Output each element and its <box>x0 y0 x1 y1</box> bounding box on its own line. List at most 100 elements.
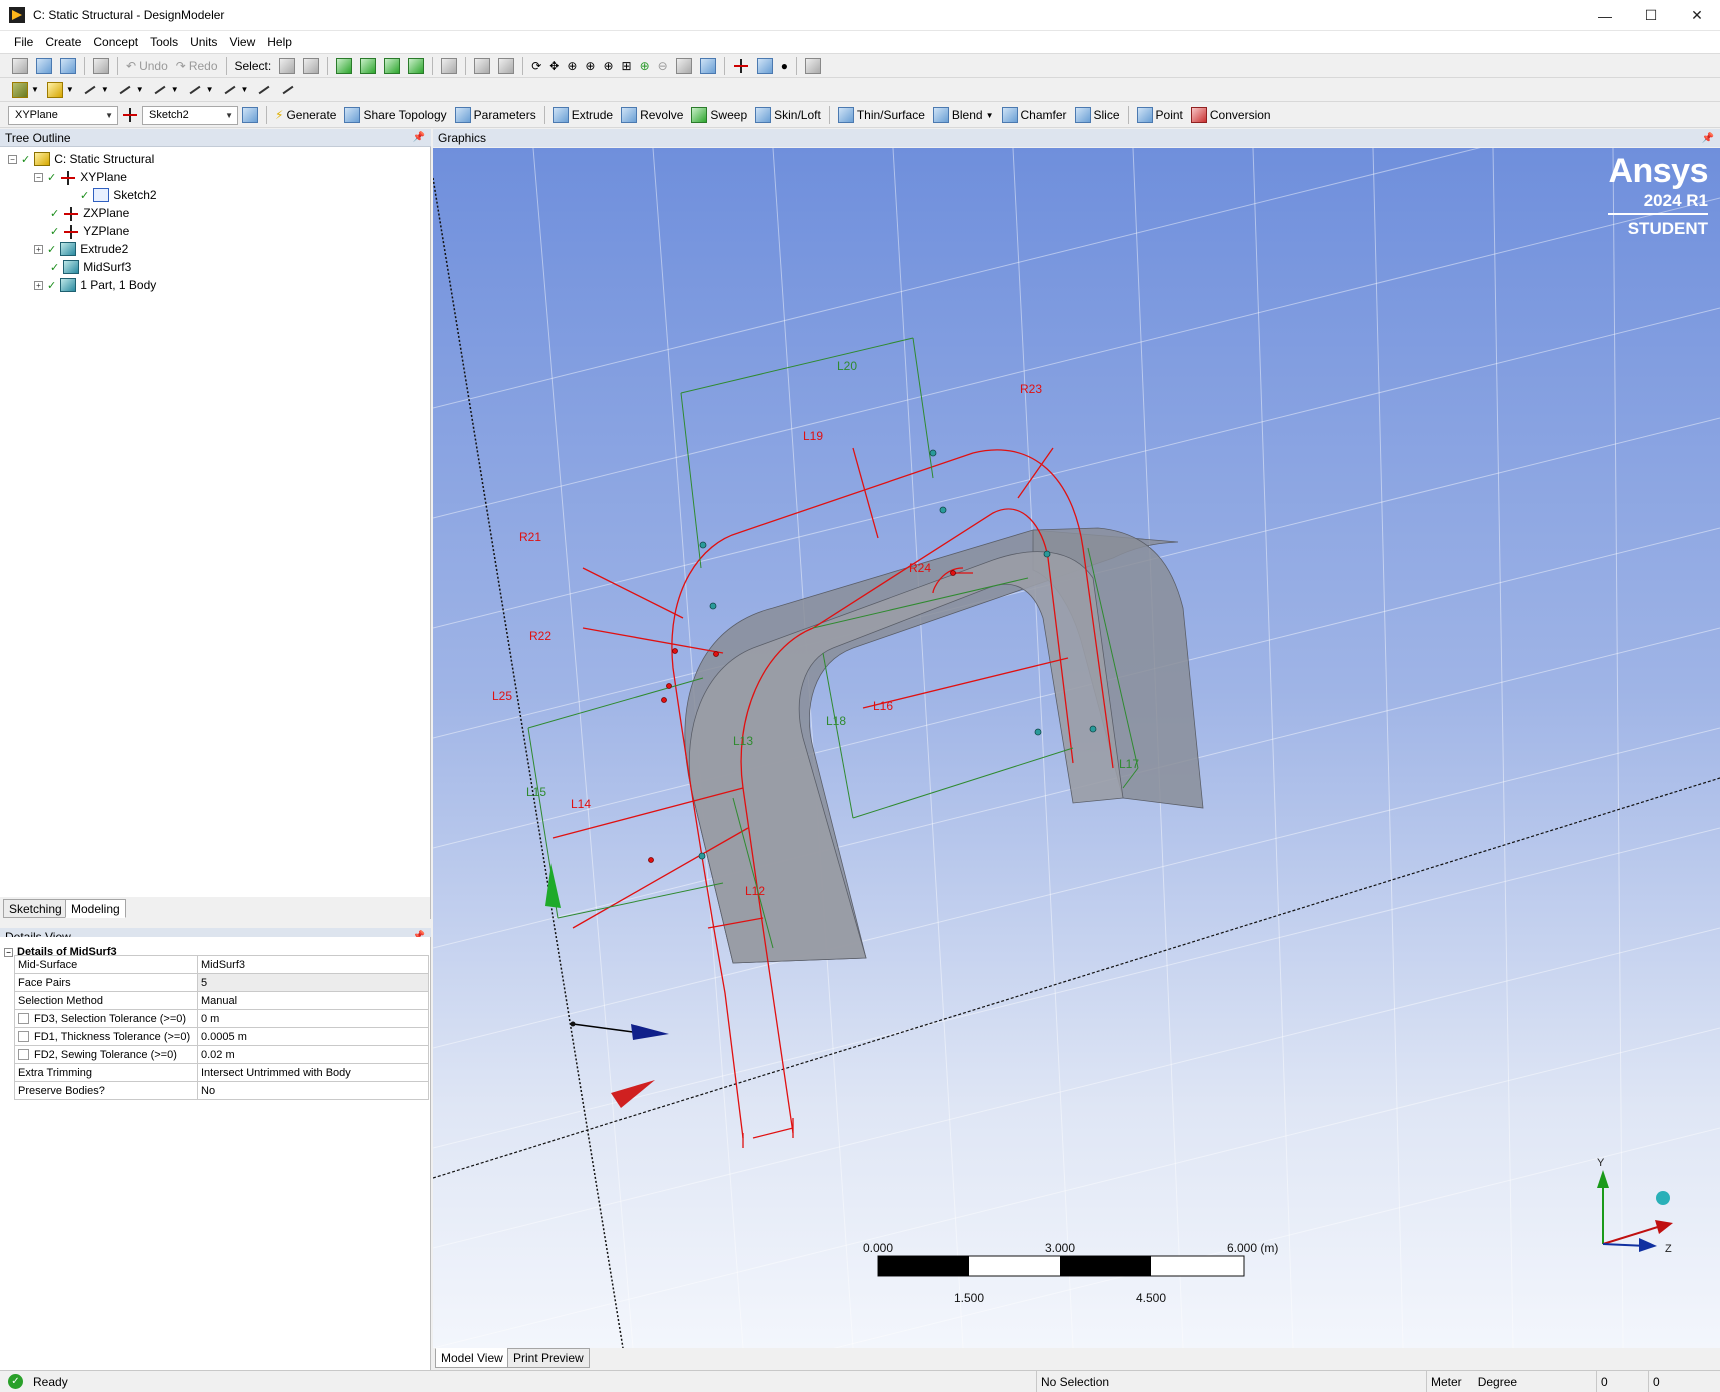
generate-button[interactable]: ⚡ Generate <box>271 105 340 125</box>
details-row[interactable]: Mid-Surface MidSurf3 <box>14 955 429 974</box>
save-button[interactable] <box>32 56 56 76</box>
details-value[interactable]: Manual <box>197 991 429 1010</box>
menu-units[interactable]: Units <box>184 35 223 49</box>
tab-print-preview[interactable]: Print Preview <box>507 1348 590 1368</box>
previous-view-button[interactable]: ⊖ <box>654 56 672 76</box>
slice-button[interactable]: Slice <box>1071 105 1124 125</box>
display-toggle-button[interactable] <box>696 56 720 76</box>
screenshot-button[interactable] <box>89 56 113 76</box>
expand-icon[interactable]: + <box>34 244 43 254</box>
expand-icon[interactable]: + <box>34 280 43 290</box>
select-points-button[interactable] <box>332 56 356 76</box>
face-color-button[interactable]: ▼ <box>8 80 43 100</box>
edge-style4-button[interactable]: ▼ <box>183 80 218 100</box>
dim-label-r24[interactable]: R24 <box>909 561 931 575</box>
select-filter-button[interactable] <box>299 56 323 76</box>
zoom-button[interactable]: ⊕ <box>563 56 581 76</box>
share-topology-button[interactable]: Share Topology <box>340 105 450 125</box>
tab-sketching[interactable]: Sketching <box>3 899 68 918</box>
tree-item-xyplane[interactable]: − ✓ XYPlane <box>34 168 127 186</box>
details-row[interactable]: FD1, Thickness Tolerance (>=0) 0.0005 m <box>14 1027 429 1046</box>
body-face[interactable] <box>688 551 1124 964</box>
dim-label-r23[interactable]: R23 <box>1020 382 1042 396</box>
tree-item-midsurf3[interactable]: ✓ MidSurf3 <box>50 258 131 276</box>
details-value[interactable]: Intersect Untrimmed with Body <box>197 1063 429 1082</box>
dim-label-l16[interactable]: L16 <box>873 699 893 713</box>
collapse-icon[interactable]: − <box>34 172 43 182</box>
tree-item-extrude2[interactable]: + ✓ Extrude2 <box>34 240 128 258</box>
save-as-button[interactable] <box>56 56 80 76</box>
box-select-button[interactable] <box>470 56 494 76</box>
pin-icon[interactable]: 📌 <box>1702 133 1714 144</box>
dim-label-r22[interactable]: R22 <box>529 629 551 643</box>
dim-label-l25[interactable]: L25 <box>492 689 512 703</box>
pin-icon[interactable]: 📌 <box>413 132 425 143</box>
details-value[interactable]: MidSurf3 <box>197 955 429 974</box>
redo-button[interactable]: ↷ Redo <box>172 56 222 76</box>
menu-concept[interactable]: Concept <box>87 35 144 49</box>
graphics-viewport[interactable]: L20 R23 L19 R21 R24 R22 L25 L16 L18 L13 … <box>433 148 1720 1348</box>
dim-label-l13[interactable]: L13 <box>733 734 753 748</box>
select-bodies-button[interactable] <box>404 56 428 76</box>
point-button[interactable]: Point <box>1133 105 1187 125</box>
dim-label-l18[interactable]: L18 <box>826 714 846 728</box>
dim-label-l19[interactable]: L19 <box>803 429 823 443</box>
details-row[interactable]: Preserve Bodies? No <box>14 1081 429 1100</box>
tab-model-view[interactable]: Model View <box>435 1348 509 1368</box>
edge-style2-button[interactable]: ▼ <box>113 80 148 100</box>
collapse-icon[interactable]: − <box>8 154 17 164</box>
parameter-checkbox[interactable] <box>18 1048 29 1060</box>
view-triad[interactable]: Y Z <box>1597 1157 1673 1255</box>
details-row[interactable]: FD2, Sewing Tolerance (>=0) 0.02 m <box>14 1045 429 1064</box>
tree-item-sketch2[interactable]: ✓ Sketch2 <box>80 186 157 204</box>
display-model-button[interactable] <box>753 56 777 76</box>
details-row[interactable]: Extra Trimming Intersect Untrimmed with B… <box>14 1063 429 1082</box>
iso-view-button[interactable] <box>672 56 696 76</box>
edge-style5-button[interactable]: ▼ <box>218 80 253 100</box>
dim-label-l15[interactable]: L15 <box>526 785 546 799</box>
select-edges-button[interactable] <box>356 56 380 76</box>
skin-loft-button[interactable]: Skin/Loft <box>751 105 825 125</box>
dim-label-l17[interactable]: L17 <box>1119 757 1139 771</box>
extend-select-button[interactable] <box>437 56 461 76</box>
maximize-button[interactable]: ☐ <box>1628 0 1674 31</box>
conversion-button[interactable]: Conversion <box>1187 105 1275 125</box>
minimize-button[interactable]: — <box>1582 0 1628 31</box>
look-at-button[interactable] <box>801 56 825 76</box>
zoom-box-button[interactable]: ⊕ <box>581 56 599 76</box>
revolve-button[interactable]: Revolve <box>617 105 687 125</box>
chamfer-button[interactable]: Chamfer <box>998 105 1071 125</box>
parameter-checkbox[interactable] <box>18 1012 29 1024</box>
box-select2-button[interactable] <box>494 56 518 76</box>
tree-item-root[interactable]: − ✓ C: Static Structural <box>8 150 154 168</box>
details-value[interactable]: 0.02 m <box>197 1045 429 1064</box>
tab-modeling[interactable]: Modeling <box>65 899 126 918</box>
thin-surface-button[interactable]: Thin/Surface <box>834 105 929 125</box>
pan-button[interactable]: ✥ <box>545 56 563 76</box>
edge-style1-button[interactable]: ▼ <box>78 80 113 100</box>
dim-label-l14[interactable]: L14 <box>571 797 591 811</box>
display-plane-button[interactable] <box>729 56 753 76</box>
select-faces-button[interactable] <box>380 56 404 76</box>
blend-button[interactable]: Blend ▼ <box>929 105 998 125</box>
select-mode-button[interactable] <box>275 56 299 76</box>
extrude-button[interactable]: Extrude <box>549 105 617 125</box>
edge-style7-button[interactable] <box>276 80 300 100</box>
details-row[interactable]: FD3, Selection Tolerance (>=0) 0 m <box>14 1009 429 1028</box>
menu-tools[interactable]: Tools <box>144 35 184 49</box>
tree-item-part-body[interactable]: + ✓ 1 Part, 1 Body <box>34 276 156 294</box>
menu-view[interactable]: View <box>223 35 261 49</box>
edge-color-button[interactable]: ▼ <box>43 80 78 100</box>
menu-create[interactable]: Create <box>39 35 87 49</box>
details-row[interactable]: Selection Method Manual <box>14 991 429 1010</box>
zoom-to-fit-button[interactable]: ⊞ <box>618 56 636 76</box>
sweep-button[interactable]: Sweep <box>687 105 751 125</box>
edge-style6-button[interactable] <box>252 80 276 100</box>
rotate-button[interactable]: ⟳ <box>527 56 545 76</box>
undo-button[interactable]: ↶ Undo <box>122 56 172 76</box>
new-sketch-button[interactable] <box>238 105 262 125</box>
collapse-icon[interactable]: − <box>4 947 13 957</box>
details-value[interactable]: 0 m <box>197 1009 429 1028</box>
plane-select[interactable]: XYPlane ▼ <box>8 105 118 125</box>
tree-item-yzplane[interactable]: ✓ YZPlane <box>50 222 129 240</box>
